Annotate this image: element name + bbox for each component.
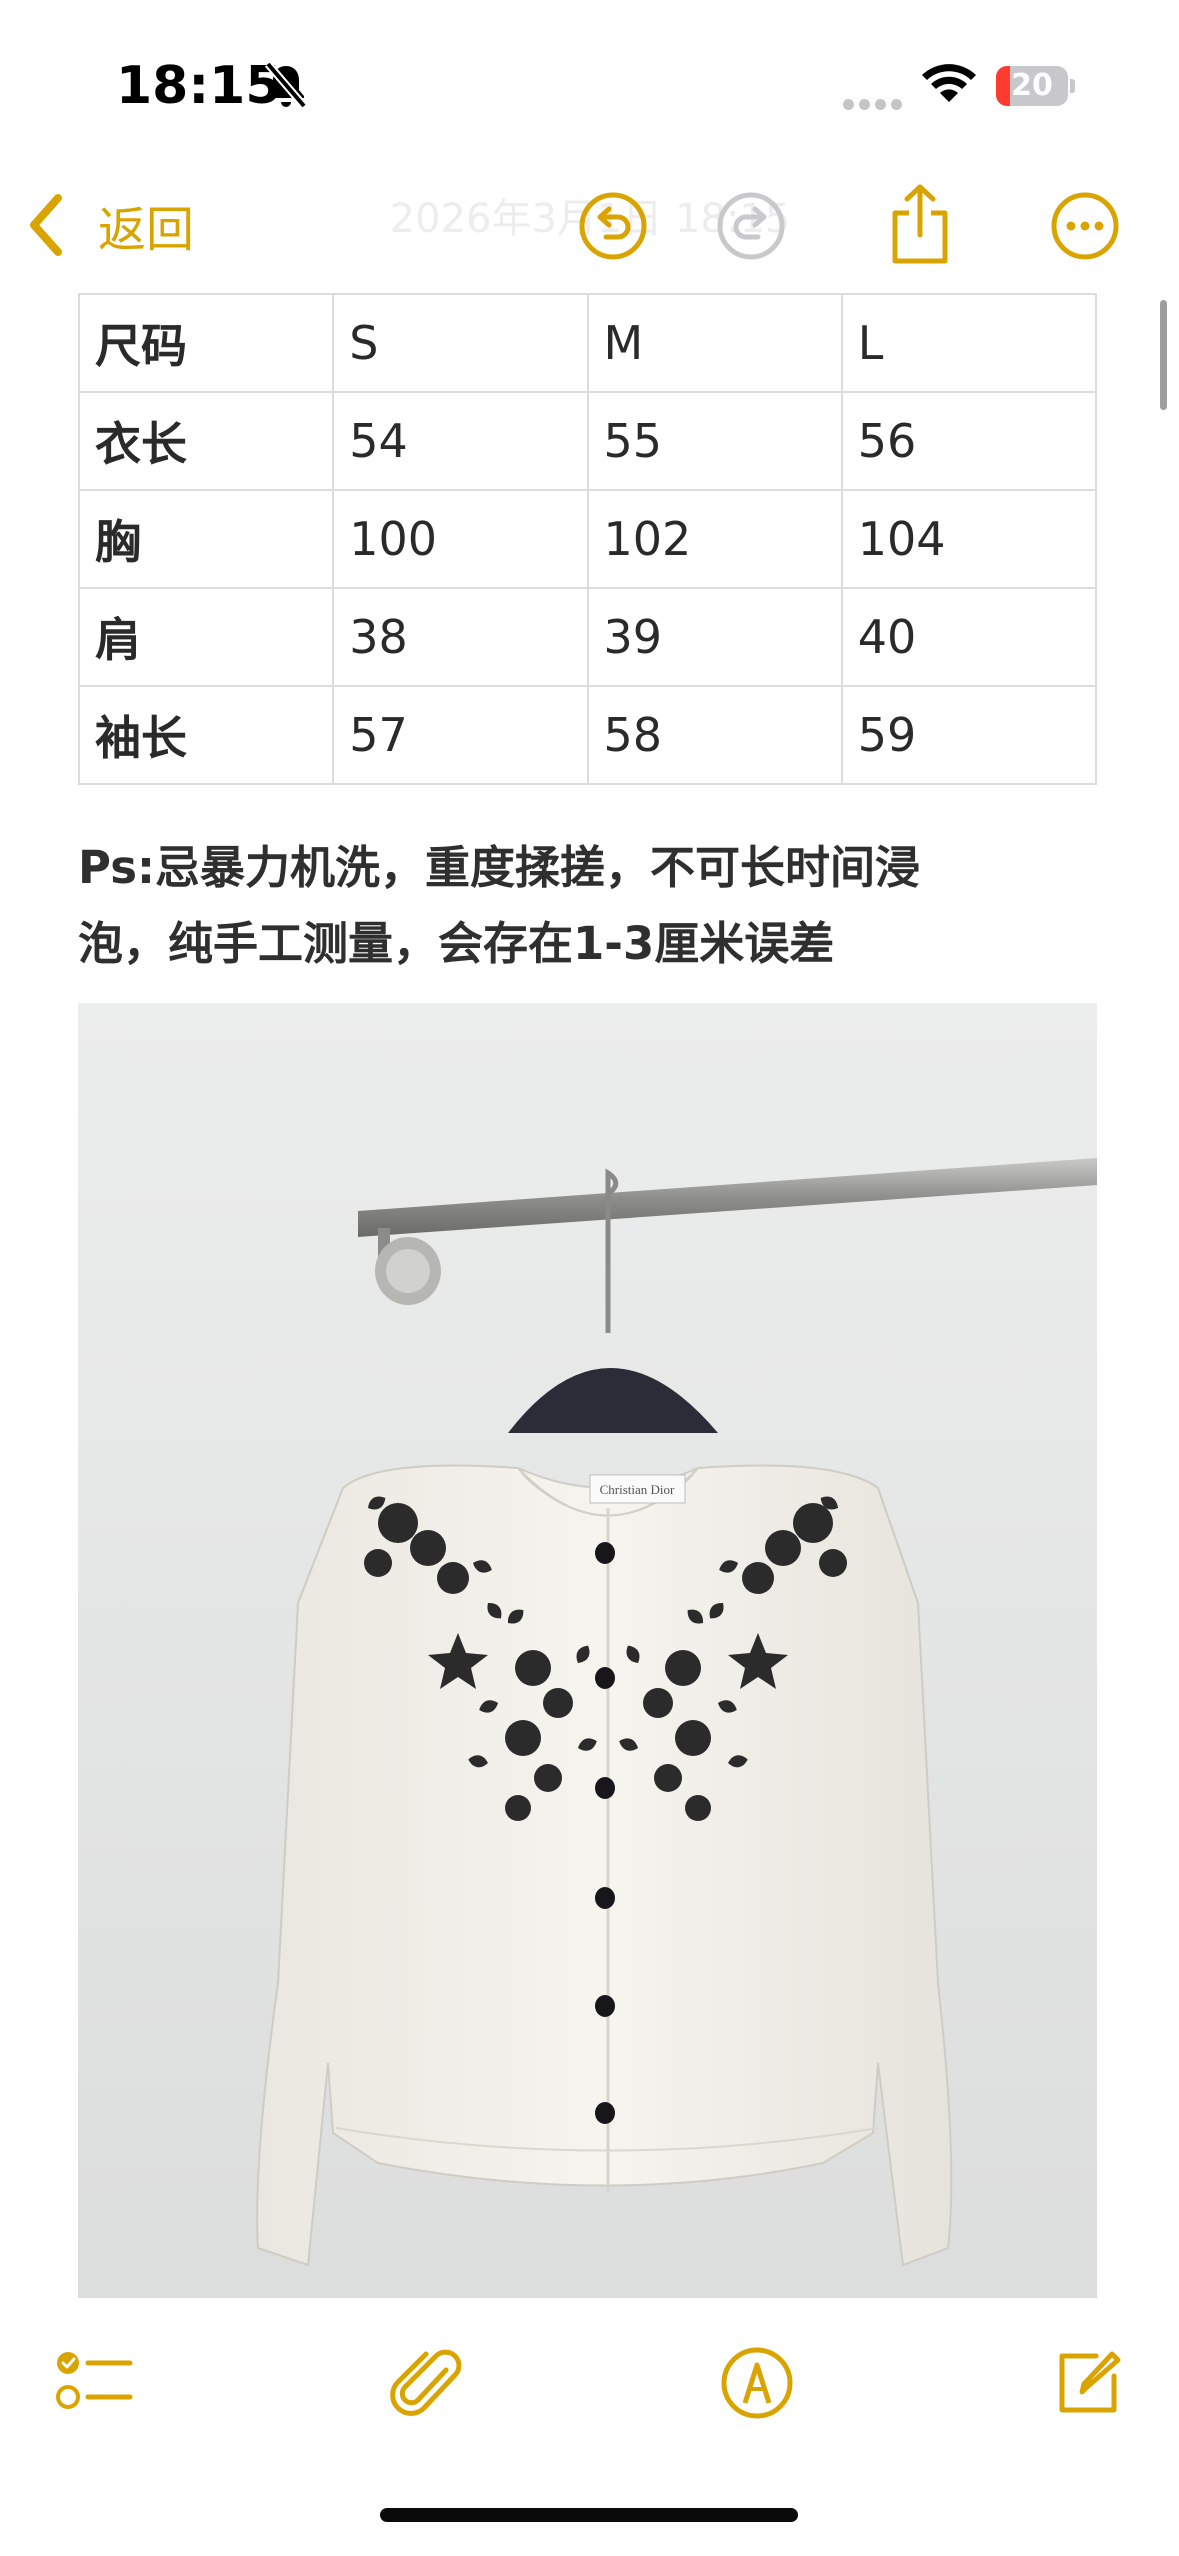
size-table-cell: 55 <box>586 391 843 491</box>
size-table-row: 肩 38 39 40 <box>77 587 1098 687</box>
size-table-row: 袖长 57 58 59 <box>77 685 1098 785</box>
cellular-icon <box>843 95 907 114</box>
status-time: 18:15 <box>116 56 282 116</box>
checklist-icon[interactable] <box>54 2345 134 2425</box>
home-indicator[interactable] <box>380 2508 798 2522</box>
size-table-cell: 54 <box>332 391 589 491</box>
battery-percent: 20 <box>1011 68 1053 103</box>
wifi-icon <box>922 64 976 102</box>
markup-pen-icon[interactable] <box>717 2343 797 2423</box>
back-label: 返回 <box>98 202 195 258</box>
compose-icon[interactable] <box>1048 2342 1128 2422</box>
size-table-cell: 100 <box>332 489 589 589</box>
cardigan-photo[interactable]: Christian Dior <box>78 1003 1097 2298</box>
size-table-row: 尺码 S M L <box>77 293 1098 393</box>
size-table-cell: 39 <box>586 587 843 687</box>
size-table-cell: S <box>332 293 589 393</box>
care-note-line-2: 泡，纯手工测量，会存在1-3厘米误差 <box>78 917 835 970</box>
care-note[interactable]: Ps:忌暴力机洗，重度揉搓，不可长时间浸 泡，纯手工测量，会存在1-3厘米误差 <box>78 830 1108 982</box>
size-table-row-header: 尺码 <box>77 293 335 393</box>
cardigan-image: Christian Dior <box>78 1003 1097 2298</box>
size-table-row: 衣长 54 55 56 <box>77 391 1098 491</box>
size-table-cell: M <box>586 293 843 393</box>
bell-slash-icon <box>264 61 308 109</box>
size-table[interactable]: 尺码 S M L 衣长 54 55 56 胸 100 102 104 肩 38 39 40 袖长 57 58 59 <box>77 293 1098 785</box>
size-table-cell: 104 <box>840 489 1098 589</box>
paperclip-icon[interactable] <box>386 2340 466 2420</box>
size-table-row-header: 胸 <box>77 489 335 589</box>
size-table-row-header: 肩 <box>77 587 335 687</box>
size-table-cell: 58 <box>586 685 843 785</box>
scroll-indicator[interactable] <box>1160 300 1167 410</box>
share-icon[interactable] <box>887 183 953 265</box>
size-table-cell: 38 <box>332 587 589 687</box>
size-table-cell: 102 <box>586 489 843 589</box>
more-icon[interactable] <box>1050 191 1120 261</box>
size-table-cell: 59 <box>840 685 1098 785</box>
size-table-cell: 57 <box>332 685 589 785</box>
size-table-cell: L <box>840 293 1098 393</box>
size-table-cell: 56 <box>840 391 1098 491</box>
size-table-row-header: 袖长 <box>77 685 335 785</box>
dior-label: Christian Dior <box>600 1482 675 1497</box>
care-note-line-1: Ps:忌暴力机洗，重度揉搓，不可长时间浸 <box>78 841 920 894</box>
size-table-row: 胸 100 102 104 <box>77 489 1098 589</box>
chevron-left-icon <box>30 194 62 256</box>
size-table-row-header: 衣长 <box>77 391 335 491</box>
size-table-cell: 40 <box>840 587 1098 687</box>
back-button[interactable]: 返回 <box>24 190 194 260</box>
undo-icon[interactable] <box>578 191 648 261</box>
battery-icon: 20 <box>996 66 1075 106</box>
redo-icon[interactable] <box>716 191 786 261</box>
